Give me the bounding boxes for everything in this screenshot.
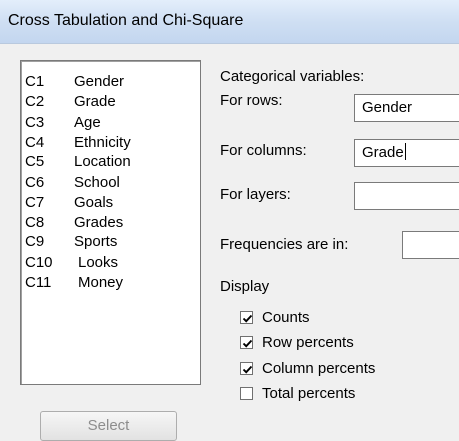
- variable-name: Money: [78, 274, 124, 291]
- window-title: Cross Tabulation and Chi-Square: [8, 12, 244, 29]
- variable-column-id: C2: [25, 93, 45, 110]
- columns-field[interactable]: Grade: [354, 139, 459, 167]
- variable-name: Grades: [74, 214, 124, 231]
- variable-column-id: C8: [25, 214, 45, 231]
- total-percents-label: Total percents: [262, 385, 356, 402]
- check-icon: [242, 339, 253, 348]
- rows-label: For rows:: [220, 92, 283, 109]
- variable-column-id: C9: [25, 233, 45, 250]
- columns-field-value: Grade: [362, 144, 404, 161]
- variable-column-id: C11: [25, 274, 52, 291]
- variable-column-id: C4: [25, 134, 45, 151]
- variable-column-id: C1: [25, 73, 45, 90]
- variable-name: School: [74, 174, 120, 191]
- checkbox-box: [240, 311, 253, 324]
- variable-name: Ethnicity: [74, 134, 131, 151]
- variable-column-id: C6: [25, 174, 45, 191]
- columns-label: For columns:: [220, 142, 307, 159]
- check-icon: [242, 365, 253, 374]
- layers-label: For layers:: [220, 186, 291, 203]
- variable-name: Gender: [74, 73, 125, 90]
- checkbox-box: [240, 387, 253, 400]
- checkbox-box: [240, 336, 253, 349]
- variable-column-id: C10: [25, 254, 53, 271]
- variable-column-id: C3: [25, 114, 45, 131]
- variable-name: Sports: [74, 233, 118, 250]
- column-percents-label: Column percents: [262, 360, 376, 377]
- layers-field[interactable]: [354, 182, 459, 210]
- rows-field[interactable]: Gender: [354, 94, 459, 122]
- variable-name: Age: [74, 114, 101, 131]
- counts-label: Counts: [262, 309, 310, 326]
- row-percents-label: Row percents: [262, 334, 354, 351]
- categorical-variables-label: Categorical variables:: [220, 68, 365, 85]
- check-icon: [242, 314, 253, 323]
- checkbox-box: [240, 362, 253, 375]
- variable-name: Looks: [78, 254, 119, 271]
- display-label: Display: [220, 278, 270, 295]
- variable-name: Grade: [74, 93, 116, 110]
- variable-column-id: C7: [25, 194, 45, 211]
- frequencies-field[interactable]: [402, 231, 459, 259]
- variable-column-id: C5: [25, 153, 45, 170]
- title-bar: Cross Tabulation and Chi-Square: [0, 0, 459, 44]
- text-cursor: [404, 143, 406, 160]
- variable-name: Goals: [74, 194, 114, 211]
- rows-field-value: Gender: [362, 99, 413, 116]
- frequencies-label: Frequencies are in:: [220, 236, 349, 253]
- variable-list[interactable]: C1 Gender C2 Grade C3 Age C4 Ethnicity C…: [20, 60, 201, 385]
- select-button[interactable]: Select: [40, 411, 177, 441]
- variable-name: Location: [74, 153, 131, 170]
